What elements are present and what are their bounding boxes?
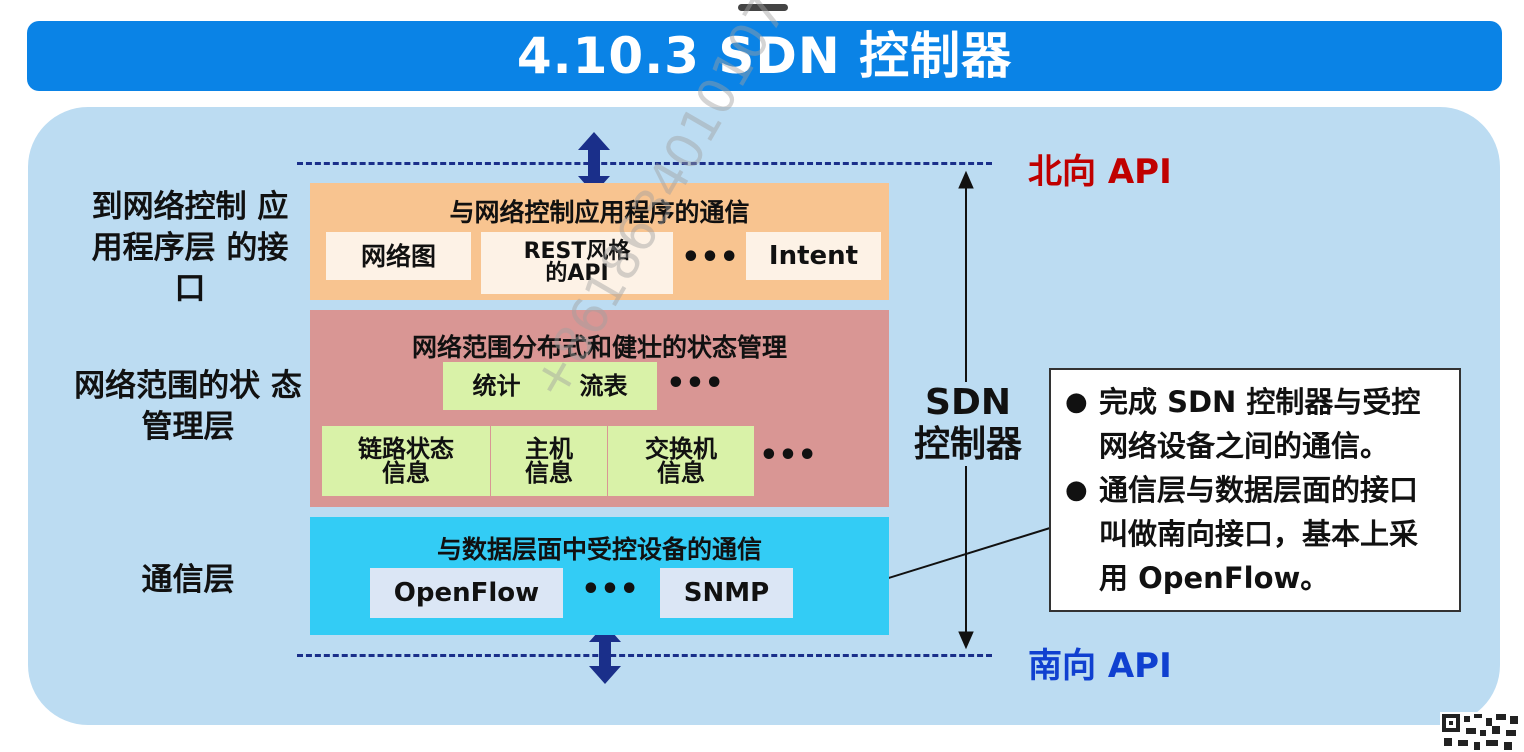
intent-box: Intent [746,232,881,280]
app-layer-ellipsis: ••• [681,240,739,275]
note-item: ● 完成 SDN 控制器与受控网络设备之间的通信。 [1065,380,1445,468]
qr-code-icon [1440,712,1524,752]
comm-layer-ellipsis: ••• [581,572,639,607]
link-state-info-box: 链路状态 信息 [322,426,490,496]
snmp-box: SNMP [660,568,793,618]
statistics-label: 统计 [472,372,521,400]
state-mgmt-layer-label: 网络范围的状 态管理层 [74,368,302,445]
note-item: ● 通信层与数据层面的接口叫做南向接口，基本上采用 OpenFlow。 [1065,468,1445,600]
openflow-box: OpenFlow [370,568,563,618]
app-interface-layer-label: 到网络控制 应用程序层 的接口 [91,189,289,307]
state-row1-ellipsis: ••• [666,366,724,401]
callout-line [865,527,1051,586]
host-info-box: 主机 信息 [491,426,607,496]
switch-info-box: 交换机 信息 [608,426,754,496]
bullet-icon: ● [1065,475,1088,505]
state-row2-ellipsis: ••• [759,438,817,473]
bullet-icon: ● [1065,387,1088,417]
communication-layer-label: 通信层 [141,562,235,598]
note-box: ● 完成 SDN 控制器与受控网络设备之间的通信。 ● 通信层与数据层面的接口叫… [1049,368,1461,612]
comm-layer-title: 与数据层面中受控设备的通信 [436,535,762,564]
network-graph-box: 网络图 [326,232,471,280]
sdn-controller-label: SDN 控制器 [908,382,1028,466]
app-layer-title: 与网络控制应用程序的通信 [449,198,750,227]
